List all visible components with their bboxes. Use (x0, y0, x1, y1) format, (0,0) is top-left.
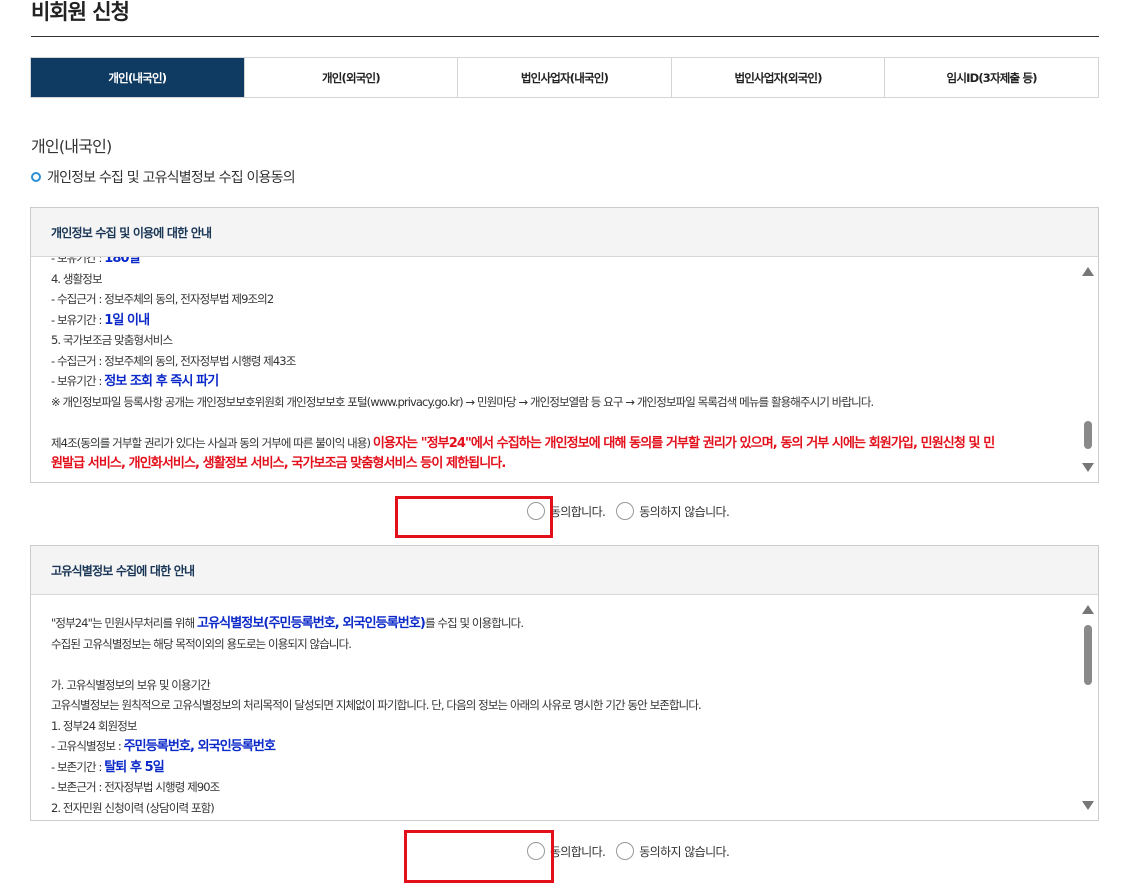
privacy-notice-box: 개인정보 수집 및 이용에 대한 안내 - 보유기간 : 180일 4. 생활정보… (30, 207, 1099, 483)
notice-line: 수집된 고유식별정보는 해당 목적이외의 용도로는 이용되지 않습니다. (51, 634, 1072, 655)
notice-text: - 보유기간 : (51, 374, 105, 388)
notice-text: - 수집근거 : 정보주체의 동의, 전자정부법 제9조의2 (51, 292, 274, 306)
notice-line: 원발급 서비스, 개인화서비스, 생활정보 서비스, 국가보조금 맞춤형서비스 … (51, 453, 1072, 474)
unique-id-scrollbar[interactable] (1081, 595, 1095, 820)
notice-text: 4. 생활정보 (51, 271, 103, 286)
privacy-agree-label[interactable]: 동의합니다. (550, 503, 606, 520)
scroll-down-arrow-icon[interactable] (1082, 801, 1094, 810)
unique-id-notice-text: "정부24"는 민원사무처리를 위해 고유식별정보(주민등록번호, 외국인등록번… (51, 613, 1072, 818)
unique-id-notice-box: 고유식별정보 수집에 대한 안내 "정부24"는 민원사무처리를 위해 고유식별… (30, 545, 1099, 821)
notice-line: "정부24"는 민원사무처리를 위해 고유식별정보(주민등록번호, 외국인등록번… (51, 613, 1072, 634)
notice-text: 를 수집 및 이용합니다. (424, 616, 524, 630)
notice-text: 제4조(동의를 거부할 권리가 있다는 사실과 동의 거부에 따른 불이익 내용… (51, 435, 373, 450)
emphasis-text: 탈퇴 후 5일 (104, 759, 165, 775)
notice-text: 5. 국가보조금 맞춤형서비스 (51, 333, 173, 347)
unique-id-notice-title: 고유식별정보 수집에 대한 안내 (31, 546, 1098, 595)
notice-text: 가. 고유식별정보의 보유 및 이용기간 (51, 677, 211, 692)
page-title: 비회원 신청 (31, 0, 130, 24)
privacy-notice-text: - 보유기간 : 180일 4. 생활정보 - 수집근거 : 정보주체의 동의, … (51, 257, 1072, 474)
unique-id-disagree-option[interactable]: 동의하지 않습니다. (616, 842, 730, 860)
tab-individual-foreign[interactable]: 개인(외국인) (244, 58, 459, 97)
notice-text: - 보유기간 : (51, 312, 105, 327)
emphasis-text: 주민등록번호, 외국인등록번호 (123, 739, 276, 754)
notice-line: - 보유기간 : 180일 (51, 257, 1072, 269)
privacy-disagree-radio[interactable] (616, 502, 635, 520)
notice-line: 1. 정부24 회원정보 (51, 716, 1072, 737)
tab-individual-domestic[interactable]: 개인(내국인) (31, 58, 245, 97)
notice-line: - 보유기간 : 정보 조회 후 즉시 파기 (51, 371, 1072, 392)
notice-text: - 보존근거 : 전자정부법 시행령 제90조 (51, 780, 220, 794)
notice-line: - 보유기간 : 1일 이내 (51, 310, 1072, 331)
scroll-down-arrow-icon[interactable] (1082, 463, 1094, 472)
emphasis-text: 정보 조회 후 즉시 파기 (104, 374, 219, 389)
privacy-consent-options: 동의합니다. 동의하지 않습니다. (0, 501, 1136, 521)
notice-text: 2. 전자민원 신청이력 (상담이력 포함) (51, 800, 215, 815)
notice-text: "정부24"는 민원사무처리를 위해 (51, 616, 198, 630)
notice-line: 4. 생활정보 (51, 269, 1072, 290)
notice-line: 고유식별정보는 원칙적으로 고유식별정보의 처리목적이 달성되면 지체없이 파기… (51, 695, 1072, 716)
notice-line: 5. 국가보조금 맞춤형서비스 (51, 330, 1072, 351)
notice-text: - 보유기간 : (51, 257, 105, 265)
emphasis-text: 원발급 서비스, 개인화서비스, 생활정보 서비스, 국가보조금 맞춤형서비스 … (51, 456, 506, 471)
notice-line: - 수집근거 : 정보주체의 동의, 전자정부법 제9조의2 (51, 289, 1072, 310)
privacy-notice-body[interactable]: - 보유기간 : 180일 4. 생활정보 - 수집근거 : 정보주체의 동의, … (31, 257, 1098, 482)
highlight-box (395, 496, 553, 538)
notice-line: ※ 개인정보파일 등록사항 공개는 개인정보보호위원회 개인정보보호 포털(ww… (51, 392, 1072, 413)
scroll-thumb[interactable] (1084, 421, 1092, 449)
notice-text: 1. 정부24 회원정보 (51, 718, 138, 733)
unique-id-disagree-radio[interactable] (616, 842, 635, 860)
scroll-thumb[interactable] (1084, 625, 1092, 685)
notice-text: ※ 개인정보파일 등록사항 공개는 개인정보보호위원회 개인정보보호 포털(ww… (51, 394, 874, 409)
emphasis-text: 180일 (104, 257, 140, 266)
notice-line (51, 654, 1072, 675)
unique-id-notice-body[interactable]: "정부24"는 민원사무처리를 위해 고유식별정보(주민등록번호, 외국인등록번… (31, 595, 1098, 820)
consent-subheading-text: 개인정보 수집 및 고유식별정보 수집 이용동의 (47, 170, 296, 186)
tab-corporate-domestic[interactable]: 법인사업자(내국인) (458, 58, 672, 97)
consent-subheading: 개인정보 수집 및 고유식별정보 수집 이용동의 (31, 167, 296, 187)
scroll-up-arrow-icon[interactable] (1082, 267, 1094, 276)
unique-id-disagree-label[interactable]: 동의하지 않습니다. (639, 843, 730, 860)
notice-text: - 수집근거 : 정보주체의 동의, 전자정부법 시행령 제43조 (51, 353, 296, 368)
notice-line: 가. 고유식별정보의 보유 및 이용기간 (51, 675, 1072, 696)
notice-line (51, 412, 1072, 433)
emphasis-text: 고유식별정보(주민등록번호, 외국인등록번호) (197, 616, 426, 631)
privacy-notice-title: 개인정보 수집 및 이용에 대한 안내 (31, 208, 1098, 257)
notice-line: - 수집근거 : 정보주체의 동의, 전자정부법 시행령 제43조 (51, 351, 1072, 372)
privacy-scrollbar[interactable] (1081, 257, 1095, 482)
tab-temporary-id[interactable]: 임시ID(3자제출 등) (885, 58, 1098, 97)
section-heading: 개인(내국인) (31, 137, 112, 156)
notice-text: - 고유식별정보 : (51, 739, 124, 753)
tab-corporate-foreign[interactable]: 법인사업자(외국인) (671, 58, 886, 97)
notice-text: - 보존기간 : (51, 759, 105, 774)
bullet-ring-icon (31, 172, 41, 182)
notice-line: - 고유식별정보 : 주민등록번호, 외국인등록번호 (51, 736, 1072, 757)
unique-id-consent-options: 동의합니다. 동의하지 않습니다. (0, 841, 1136, 861)
notice-line: 제4조(동의를 거부할 권리가 있다는 사실과 동의 거부에 따른 불이익 내용… (51, 433, 1072, 454)
notice-line: - 보존근거 : 전자정부법 시행령 제90조 (51, 777, 1072, 798)
notice-text: 고유식별정보는 원칙적으로 고유식별정보의 처리목적이 달성되면 지체없이 파기… (51, 698, 702, 712)
privacy-disagree-label[interactable]: 동의하지 않습니다. (639, 503, 730, 520)
emphasis-text: 이용자는 "정부24"에서 수집하는 개인정보에 대해 동의를 거부할 권리가 … (372, 435, 995, 451)
emphasis-text: 1일 이내 (104, 312, 150, 328)
notice-text: 수집된 고유식별정보는 해당 목적이외의 용도로는 이용되지 않습니다. (51, 636, 352, 651)
applicant-type-tabs: 개인(내국인) 개인(외국인) 법인사업자(내국인) 법인사업자(외국인) 임시… (30, 57, 1099, 98)
title-divider (31, 36, 1099, 37)
unique-id-agree-label[interactable]: 동의합니다. (550, 843, 606, 860)
privacy-disagree-option[interactable]: 동의하지 않습니다. (616, 502, 730, 520)
highlight-box (404, 830, 554, 883)
scroll-up-arrow-icon[interactable] (1082, 605, 1094, 614)
notice-line: 2. 전자민원 신청이력 (상담이력 포함) (51, 798, 1072, 819)
notice-line: - 보존기간 : 탈퇴 후 5일 (51, 757, 1072, 778)
